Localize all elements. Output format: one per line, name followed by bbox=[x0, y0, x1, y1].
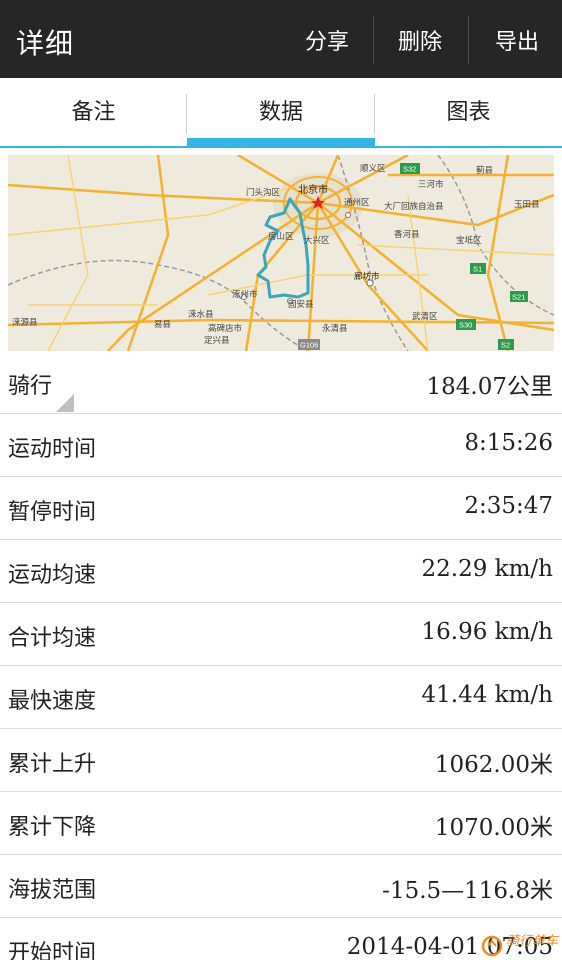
road-label-s1: S1 bbox=[473, 265, 482, 274]
stat-value: 1070.00米 bbox=[434, 815, 553, 841]
delete-button[interactable]: 删除 bbox=[388, 24, 452, 56]
stat-row-moving-avg-speed: 运动均速 22.29 km/h bbox=[0, 540, 562, 603]
stat-label: 累计上升 bbox=[8, 752, 97, 777]
stat-label: 累计下降 bbox=[8, 815, 97, 840]
stat-label: 开始时间 bbox=[8, 941, 97, 960]
stat-label: 合计均速 bbox=[8, 626, 97, 651]
stat-value: 8:15:26 bbox=[464, 430, 553, 456]
tab-chart[interactable]: 图表 bbox=[375, 78, 562, 146]
stat-value: 1062.00米 bbox=[434, 752, 553, 778]
tab-bar: 备注 数据 图表 bbox=[0, 78, 562, 148]
stat-row-distance: 骑行 184.07公里 bbox=[0, 351, 562, 414]
map-label-langfang: 廊坊市 bbox=[354, 271, 380, 281]
map-label-jixian: 蓟县 bbox=[476, 165, 494, 175]
stat-value: -15.5—116.8米 bbox=[382, 878, 553, 904]
road-label-s30: S30 bbox=[459, 321, 472, 330]
road-label-s2: S2 bbox=[501, 341, 510, 350]
map-label-wuqing: 武清区 bbox=[412, 311, 438, 321]
map-label-laiyuan: 涞源县 bbox=[12, 317, 38, 327]
stat-row-descent: 累计下降 1070.00米 bbox=[0, 792, 562, 855]
map-label-yutian: 玉田县 bbox=[514, 199, 540, 209]
watermark-text: 骑行单车 bbox=[506, 934, 559, 949]
map-label-mentougou: 门头沟区 bbox=[246, 187, 281, 197]
tab-notes[interactable]: 备注 bbox=[0, 78, 187, 146]
stat-value: 41.44 km/h bbox=[421, 682, 553, 708]
map-label-laishui: 涞水县 bbox=[188, 309, 214, 319]
export-button[interactable]: 导出 bbox=[484, 24, 550, 56]
stat-label: 运动均速 bbox=[8, 563, 97, 588]
map-label-zhuozhou: 涿州市 bbox=[232, 289, 258, 299]
divider bbox=[468, 16, 469, 64]
stat-label: 骑行 bbox=[8, 374, 53, 399]
route-path bbox=[256, 197, 310, 299]
tab-data[interactable]: 数据 bbox=[187, 78, 375, 146]
map-label-gaobeidian: 高碑店市 bbox=[208, 323, 243, 333]
stat-label: 海拔范围 bbox=[8, 878, 97, 903]
share-button[interactable]: 分享 bbox=[296, 24, 358, 56]
map-label-fangshan: 房山区 bbox=[268, 231, 294, 241]
stat-label: 最快速度 bbox=[8, 689, 97, 714]
stat-value: 22.29 km/h bbox=[421, 556, 553, 582]
map-label-shunyi: 顺义区 bbox=[360, 163, 386, 173]
map-label-dachang: 大厂回族自治县 bbox=[384, 201, 444, 211]
page-title: 详细 bbox=[16, 27, 75, 60]
stat-row-ascent: 累计上升 1062.00米 bbox=[0, 729, 562, 792]
map-label-daxing: 大兴区 bbox=[304, 235, 330, 245]
road-label-s21: S21 bbox=[512, 293, 525, 302]
map-label-yongqing: 永清县 bbox=[322, 323, 348, 333]
map-label-xianghe: 香河县 bbox=[394, 229, 420, 239]
map-label-tongzhou: 通州区 bbox=[344, 197, 370, 207]
stat-row-max-speed: 最快速度 41.44 km/h bbox=[0, 666, 562, 729]
stat-row-total-avg-speed: 合计均速 16.96 km/h bbox=[0, 603, 562, 666]
map-label-baodi: 宝坻区 bbox=[456, 235, 482, 245]
route-map[interactable]: 北京市 门头沟区 房山区 大兴区 通州区 三河市 大厂回族自治县 香河县 宝坻区… bbox=[8, 155, 554, 351]
action-bar: 详细 分享 删除 导出 bbox=[0, 0, 562, 78]
divider bbox=[373, 16, 374, 64]
active-tab-indicator bbox=[187, 138, 375, 146]
dropdown-corner-icon[interactable] bbox=[56, 394, 74, 412]
stat-row-moving-time: 运动时间 8:15:26 bbox=[0, 414, 562, 477]
road-label-s32: S32 bbox=[403, 165, 416, 174]
map-label-dingxing: 定兴县 bbox=[204, 335, 230, 345]
stat-label: 暂停时间 bbox=[8, 500, 97, 525]
map-label-guan: 固安县 bbox=[288, 299, 314, 309]
map-label-yixian: 易县 bbox=[154, 319, 172, 329]
stat-row-altitude-range: 海拔范围 -15.5—116.8米 bbox=[0, 855, 562, 918]
stat-value: 16.96 km/h bbox=[421, 619, 553, 645]
map-label-sanhe: 三河市 bbox=[418, 179, 444, 189]
stat-value: 184.07公里 bbox=[426, 374, 553, 400]
road-label-g106: G106 bbox=[300, 341, 318, 350]
stat-value: 2:35:47 bbox=[464, 493, 553, 519]
stat-label: 运动时间 bbox=[8, 437, 97, 462]
stat-row-paused-time: 暂停时间 2:35:47 bbox=[0, 477, 562, 540]
map-label-beijing: 北京市 bbox=[298, 183, 328, 196]
border-line bbox=[8, 259, 309, 351]
map-canvas: 北京市 门头沟区 房山区 大兴区 通州区 三河市 大厂回族自治县 香河县 宝坻区… bbox=[8, 155, 554, 351]
